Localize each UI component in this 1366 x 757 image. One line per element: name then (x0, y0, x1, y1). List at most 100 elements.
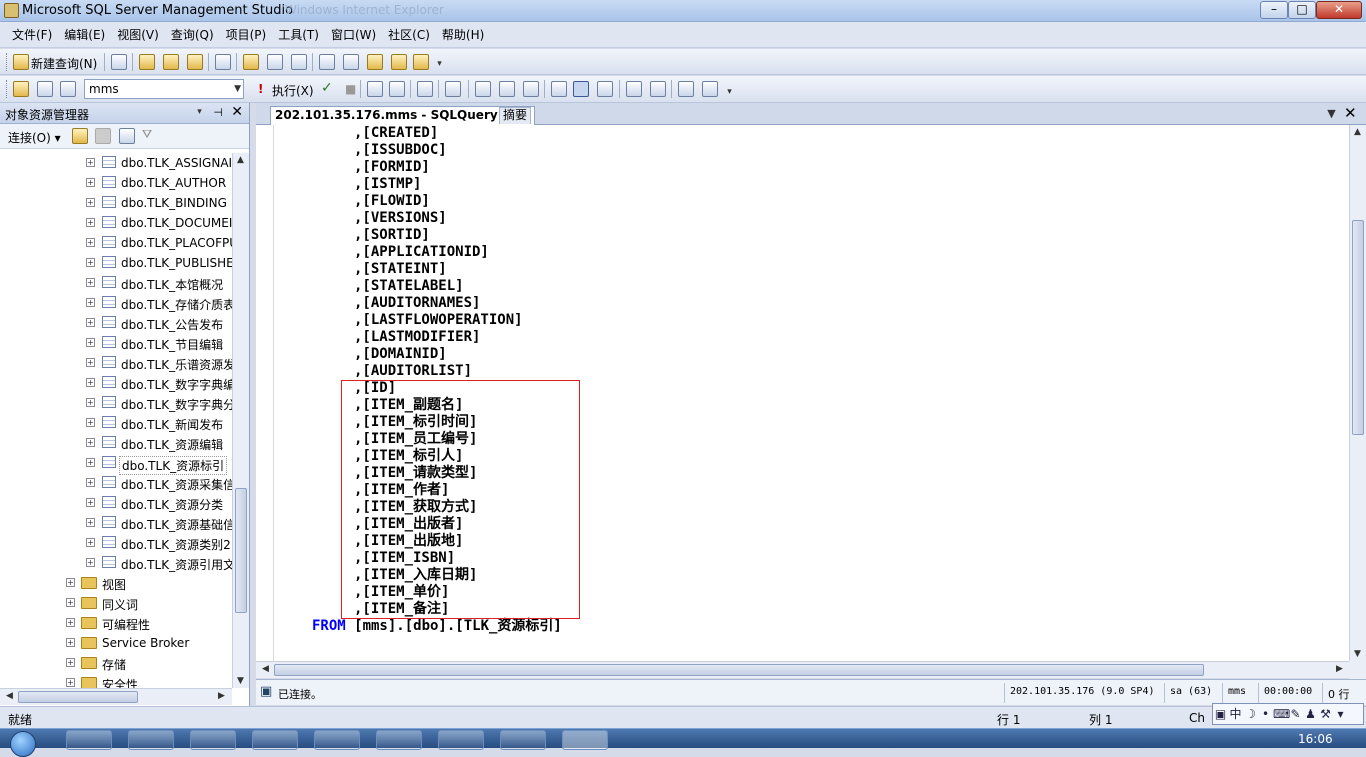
taskbar-app-qq[interactable] (500, 730, 546, 750)
tree-horizontal-scrollbar[interactable]: ◀ ▶ (0, 688, 232, 705)
toolbar-grip[interactable] (6, 80, 9, 98)
change-connection-icon[interactable] (37, 81, 53, 97)
pin-icon[interactable]: ⊣ (213, 106, 223, 119)
stop-icon[interactable] (95, 128, 111, 144)
scroll-left-icon[interactable]: ◀ (258, 664, 273, 674)
scroll-right-icon[interactable]: ▶ (1332, 664, 1347, 674)
sql-editor[interactable]: ,[CREATED] ,[ISSUBDOC] ,[FORMID] ,[ISTMP… (256, 125, 1349, 661)
estimated-plan-icon[interactable] (367, 81, 383, 97)
scroll-left-icon[interactable]: ◀ (2, 691, 17, 701)
toolbar-separator (410, 80, 411, 98)
analysis-query-icon[interactable] (163, 54, 179, 70)
connect-server-icon[interactable] (72, 128, 88, 144)
query-options-icon[interactable] (389, 81, 405, 97)
ime-tools-icon[interactable]: ⚒ (1318, 704, 1333, 724)
menu-window[interactable]: 窗口(W) (325, 22, 382, 48)
editor-scroll-thumb[interactable] (1352, 220, 1364, 435)
object-explorer-icon[interactable] (343, 54, 359, 70)
toolbar-overflow-icon[interactable]: ▾ (432, 59, 447, 69)
taskbar-app-search[interactable] (314, 730, 360, 750)
tab-summary[interactable]: 摘要 (499, 107, 532, 124)
taskbar-app-ie[interactable] (252, 730, 298, 750)
connect-dropdown-button[interactable]: 连接(O) ▾ (8, 129, 61, 146)
disconnect-icon[interactable] (60, 81, 76, 97)
client-statistics-icon[interactable] (499, 81, 515, 97)
ime-language-toggle[interactable]: 中 (1228, 704, 1243, 724)
increase-indent-icon[interactable] (702, 81, 718, 97)
xmla-query-icon[interactable] (187, 54, 203, 70)
menu-view[interactable]: 视图(V) (111, 22, 165, 48)
scroll-up-icon[interactable]: ▲ (1350, 127, 1365, 137)
intellisense-icon[interactable] (445, 81, 461, 97)
ime-keyboard-icon[interactable]: ⌨ (1273, 704, 1290, 724)
database-select[interactable]: mms ▼ (84, 79, 244, 99)
save-all-icon[interactable] (291, 54, 307, 70)
close-document-icon[interactable]: ✕ (1344, 104, 1357, 122)
taskbar-app-firefox[interactable] (128, 730, 174, 750)
taskbar-app-folder[interactable] (376, 730, 422, 750)
taskbar-app-refresh[interactable] (190, 730, 236, 750)
minimize-button[interactable]: – (1260, 1, 1288, 19)
decrease-indent-icon[interactable] (678, 81, 694, 97)
menu-tools[interactable]: 工具(T) (272, 22, 325, 48)
new-query-button[interactable]: 新建查询(N) (31, 55, 97, 72)
parse-check-icon[interactable]: ✓ (321, 80, 333, 96)
ime-user-icon[interactable]: ♟ (1303, 704, 1318, 724)
results-to-grid-icon[interactable] (551, 81, 567, 97)
scroll-up-icon[interactable]: ▲ (233, 155, 248, 165)
ime-dropdown-icon[interactable]: ▾ (1333, 704, 1348, 724)
start-button-icon[interactable] (10, 731, 36, 757)
include-actual-plan-icon[interactable] (475, 81, 491, 97)
taskbar-app-explorer[interactable] (66, 730, 112, 750)
close-button[interactable]: ✕ (1316, 1, 1362, 19)
menu-file[interactable]: 文件(F) (6, 22, 58, 48)
results-to-file-icon[interactable] (573, 81, 589, 97)
show-results-pane-icon[interactable] (597, 81, 613, 97)
panel-dropdown-icon[interactable]: ▾ (192, 107, 207, 117)
ime-fullwidth-icon[interactable]: ☽ (1243, 704, 1258, 724)
menu-edit[interactable]: 编辑(E) (58, 22, 111, 48)
properties-icon[interactable] (413, 54, 429, 70)
tree-scroll-thumb[interactable] (235, 488, 247, 613)
menu-help[interactable]: 帮助(H) (436, 22, 490, 48)
ime-logo-icon[interactable]: ▣ (1213, 704, 1228, 724)
ime-punctuation-icon[interactable]: • (1258, 704, 1273, 724)
toolbar-grip[interactable] (6, 53, 9, 71)
registered-servers-icon[interactable] (319, 54, 335, 70)
ime-settings-icon[interactable]: ✎ (1288, 704, 1303, 724)
new-file-icon[interactable] (111, 54, 127, 70)
database-engine-query-icon[interactable] (139, 54, 155, 70)
refresh-icon[interactable] (119, 128, 135, 144)
scroll-right-icon[interactable]: ▶ (214, 691, 229, 701)
tab-sqlquery1[interactable]: 202.101.35.176.mms - SQLQuery1.sql (270, 106, 536, 125)
scroll-down-icon[interactable]: ▼ (233, 676, 248, 686)
uncomment-lines-icon[interactable] (650, 81, 666, 97)
tab-list-dropdown-icon[interactable]: ▼ (1324, 107, 1339, 120)
save-icon[interactable] (267, 54, 283, 70)
design-query-icon[interactable] (417, 81, 433, 97)
taskbar-app-media[interactable] (438, 730, 484, 750)
close-panel-icon[interactable]: ✕ (231, 104, 243, 120)
results-to-text-icon[interactable] (523, 81, 539, 97)
filter-icon[interactable]: ⛛ (142, 127, 152, 142)
cancel-query-icon[interactable]: ■ (345, 82, 356, 96)
tree-vertical-scrollbar[interactable]: ▲ ▼ (232, 153, 249, 688)
open-file-icon[interactable] (243, 54, 259, 70)
comment-lines-icon[interactable] (626, 81, 642, 97)
editor-hscroll-thumb[interactable] (274, 664, 1204, 676)
editor-horizontal-scrollbar[interactable]: ◀ ▶ (256, 661, 1349, 678)
tree-hscroll-thumb[interactable] (18, 691, 138, 703)
menu-community[interactable]: 社区(C) (382, 22, 436, 48)
new-project-icon[interactable] (215, 54, 231, 70)
menu-project[interactable]: 项目(P) (220, 22, 273, 48)
solution-explorer-icon[interactable] (391, 54, 407, 70)
toolbar-overflow-icon[interactable]: ▾ (722, 87, 737, 97)
taskbar-app-ssms[interactable] (562, 730, 608, 750)
connect-icon[interactable] (13, 81, 29, 97)
execute-button[interactable]: 执行(X) (272, 82, 314, 99)
template-explorer-icon[interactable] (367, 54, 383, 70)
editor-vertical-scrollbar[interactable]: ▲ ▼ (1349, 125, 1366, 661)
maximize-button[interactable]: □ (1288, 1, 1316, 19)
menu-query[interactable]: 查询(Q) (165, 22, 220, 48)
scroll-down-icon[interactable]: ▼ (1350, 649, 1365, 659)
